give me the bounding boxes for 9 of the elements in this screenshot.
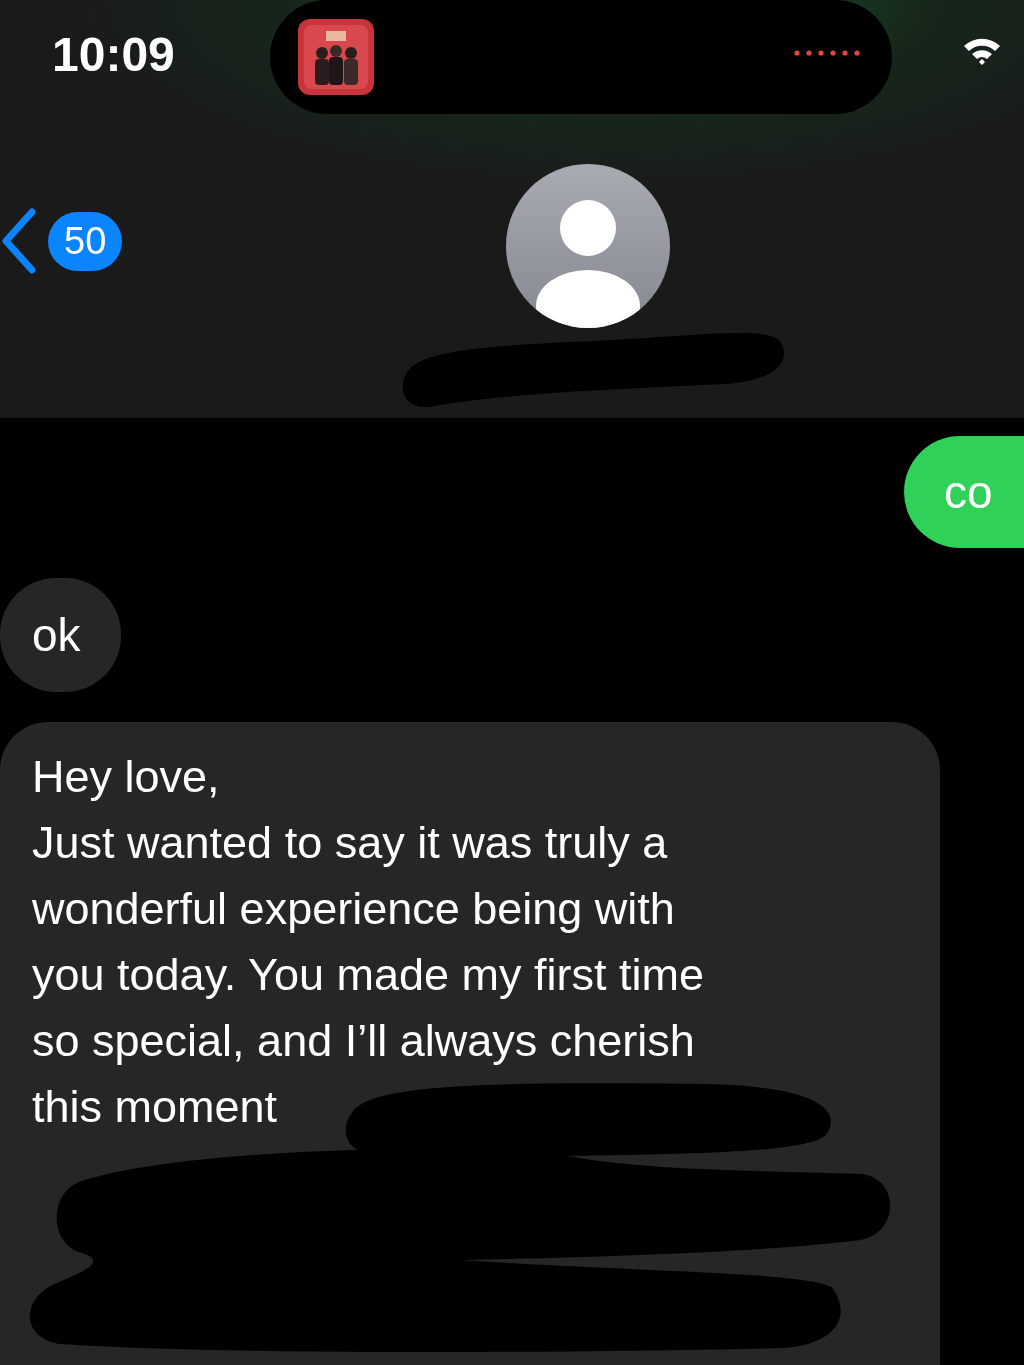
received-message-bubble: ok (0, 578, 121, 692)
back-chevron-icon (0, 208, 36, 274)
back-button[interactable]: 50 (0, 208, 123, 274)
sent-message-bubble: co (904, 436, 1024, 548)
status-time: 10:09 (52, 26, 175, 82)
recording-indicator-icon (794, 50, 860, 56)
wifi-icon (962, 36, 1002, 66)
unread-count-badge: 50 (48, 211, 123, 271)
contact-avatar-icon[interactable] (506, 164, 670, 328)
